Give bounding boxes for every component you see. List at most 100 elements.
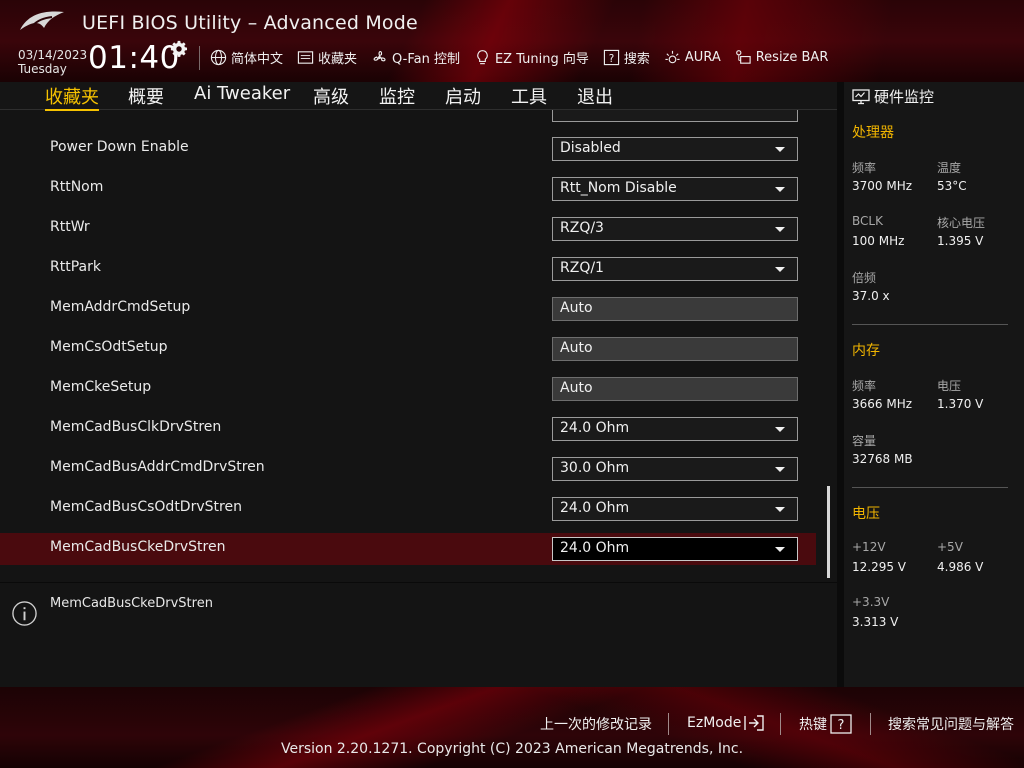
ez-tuning-label: EZ Tuning 向导: [494, 51, 589, 67]
hw-divider: [852, 324, 1008, 325]
exit-to-ezmode-icon: [744, 715, 765, 731]
svg-text:?: ?: [838, 718, 845, 733]
setting-row-memcadbusaddrcmddrvstren[interactable]: MemCadBusAddrCmdDrvStren 30.0 Ohm: [0, 453, 816, 485]
v12-label: +12V: [852, 540, 886, 554]
bclk-label: BCLK: [852, 214, 883, 228]
footer-divider: [668, 713, 669, 735]
setting-label: MemCadBusCkeDrvStren: [50, 539, 226, 555]
language-button[interactable]: 简体中文: [210, 46, 283, 68]
last-modified-link[interactable]: 上一次的修改记录: [540, 714, 652, 734]
setting-dropdown[interactable]: Rtt_Nom Disable: [552, 177, 798, 201]
setting-row-power-down-enable[interactable]: Power Down Enable Disabled: [0, 133, 816, 165]
toolbar: 简体中文 收藏夹 Q-Fan 控制 EZ Tuning 向导 ? 搜索 AURA…: [210, 46, 842, 68]
setting-dropdown[interactable]: 24.0 Ohm: [552, 497, 798, 521]
dropdown-caret-icon: [775, 427, 785, 432]
setting-dropdown[interactable]: RZQ/3: [552, 217, 798, 241]
dropdown-caret-icon: [775, 147, 785, 152]
cpu-freq-value: 3700 MHz: [852, 179, 913, 193]
setting-dropdown[interactable]: 30.0 Ohm: [552, 457, 798, 481]
language-label: 简体中文: [231, 51, 284, 67]
tab-main[interactable]: 概要: [128, 83, 164, 109]
setting-value: RZQ/1: [560, 260, 604, 276]
setting-value: Rtt_Nom Disable: [560, 180, 677, 196]
qfan-button[interactable]: Q-Fan 控制: [371, 46, 460, 68]
ratio-value: 37.0 x: [852, 289, 890, 303]
setting-value: Auto: [560, 340, 593, 356]
dropdown-caret-icon: [775, 187, 785, 192]
monitor-icon: [852, 88, 870, 104]
mem-freq-label: 频率: [852, 379, 877, 393]
setting-row-memcsodtsetup[interactable]: MemCsOdtSetup Auto: [0, 333, 816, 365]
vcore-value: 1.395 V: [937, 234, 984, 248]
bulb-icon: [477, 49, 488, 64]
setting-label: Power Down Enable: [50, 139, 189, 155]
setting-row-rttwr[interactable]: RttWr RZQ/3: [0, 213, 816, 245]
info-icon: [12, 601, 37, 626]
clock-settings-gear-icon[interactable]: [170, 40, 188, 58]
aura-button[interactable]: AURA: [664, 46, 721, 68]
header-divider: [199, 46, 200, 70]
mem-volt-value: 1.370 V: [937, 397, 984, 411]
tab-boot[interactable]: 启动: [445, 83, 481, 109]
setting-row-memckesetup[interactable]: MemCkeSetup Auto: [0, 373, 816, 405]
setting-text-field[interactable]: Auto: [552, 377, 798, 401]
setting-row-rttnom[interactable]: RttNom Rtt_Nom Disable: [0, 173, 816, 205]
hotkeys-button[interactable]: 热键 ?: [799, 714, 852, 734]
hw-divider: [852, 487, 1008, 488]
previous-setting-field[interactable]: [552, 110, 798, 122]
v33-value: 3.313 V: [852, 615, 899, 629]
cpu-temp-value: 53°C: [937, 179, 967, 193]
faq-link[interactable]: 搜索常见问题与解答: [888, 714, 1014, 734]
help-text: MemCadBusCkeDrvStren: [50, 596, 213, 611]
setting-row-memcadbusckedrvstren[interactable]: MemCadBusCkeDrvStren 24.0 Ohm: [0, 533, 816, 565]
setting-label: MemCsOdtSetup: [50, 339, 168, 355]
setting-text-field[interactable]: Auto: [552, 297, 798, 321]
resize-bar-button[interactable]: Resize BAR: [735, 46, 828, 68]
setting-label: RttPark: [50, 259, 101, 275]
setting-row-memcadbusclkdrvstren[interactable]: MemCadBusClkDrvStren 24.0 Ohm: [0, 413, 816, 445]
footer-divider: [870, 713, 871, 735]
ez-tuning-button[interactable]: EZ Tuning 向导: [474, 46, 589, 68]
setting-text-field[interactable]: Auto: [552, 337, 798, 361]
hardware-monitor-panel: 硬件监控 处理器 频率 温度 3700 MHz 53°C BCLK 核心电压 1…: [844, 82, 1024, 687]
search-help-icon: ?: [603, 49, 620, 65]
hardware-monitor-label: 硬件监控: [874, 88, 935, 106]
ezmode-label: EzMode: [687, 715, 742, 731]
setting-row-memcadbuscsodtdrvstren[interactable]: MemCadBusCsOdtDrvStren 24.0 Ohm: [0, 493, 816, 525]
dropdown-caret-icon: [775, 227, 785, 232]
tab-monitor[interactable]: 监控: [379, 83, 415, 109]
date-readout: 03/14/2023: [18, 48, 88, 62]
cpu-section-title: 处理器: [852, 125, 894, 141]
search-label: 搜索: [623, 51, 650, 67]
search-button[interactable]: ? 搜索: [603, 46, 650, 68]
mem-volt-label: 电压: [937, 379, 962, 393]
dropdown-caret-icon: [775, 267, 785, 272]
setting-dropdown[interactable]: Disabled: [552, 137, 798, 161]
tab-favorites[interactable]: 收藏夹: [45, 83, 99, 111]
setting-label: MemAddrCmdSetup: [50, 299, 191, 315]
ezmode-button[interactable]: EzMode: [687, 714, 765, 732]
mem-freq-value: 3666 MHz: [852, 397, 913, 411]
aura-icon: [665, 50, 680, 63]
settings-scrollbar[interactable]: [827, 486, 830, 578]
setting-dropdown[interactable]: 24.0 Ohm: [552, 417, 798, 441]
clock-readout[interactable]: 01:40: [88, 40, 180, 76]
tab-tool[interactable]: 工具: [511, 83, 547, 109]
tab-ai-tweaker[interactable]: Ai Tweaker: [194, 83, 290, 104]
help-panel: MemCadBusCkeDrvStren: [0, 582, 837, 687]
setting-row-memaddrcmdsetup[interactable]: MemAddrCmdSetup Auto: [0, 293, 816, 325]
memory-section-title: 内存: [852, 343, 880, 359]
setting-row-rttpark[interactable]: RttPark RZQ/1: [0, 253, 816, 285]
setting-dropdown[interactable]: 24.0 Ohm: [552, 537, 798, 561]
setting-dropdown[interactable]: RZQ/1: [552, 257, 798, 281]
setting-value: Auto: [560, 300, 593, 316]
cpu-temp-label: 温度: [937, 161, 962, 175]
footer-divider: [780, 713, 781, 735]
favorites-button[interactable]: 收藏夹: [297, 46, 357, 68]
voltage-section-title: 电压: [852, 506, 880, 522]
tab-exit[interactable]: 退出: [577, 83, 613, 109]
setting-label: RttWr: [50, 219, 90, 235]
hardware-monitor-title: 硬件监控: [852, 86, 934, 107]
setting-label: MemCadBusAddrCmdDrvStren: [50, 459, 265, 475]
tab-advanced[interactable]: 高级: [313, 83, 349, 109]
